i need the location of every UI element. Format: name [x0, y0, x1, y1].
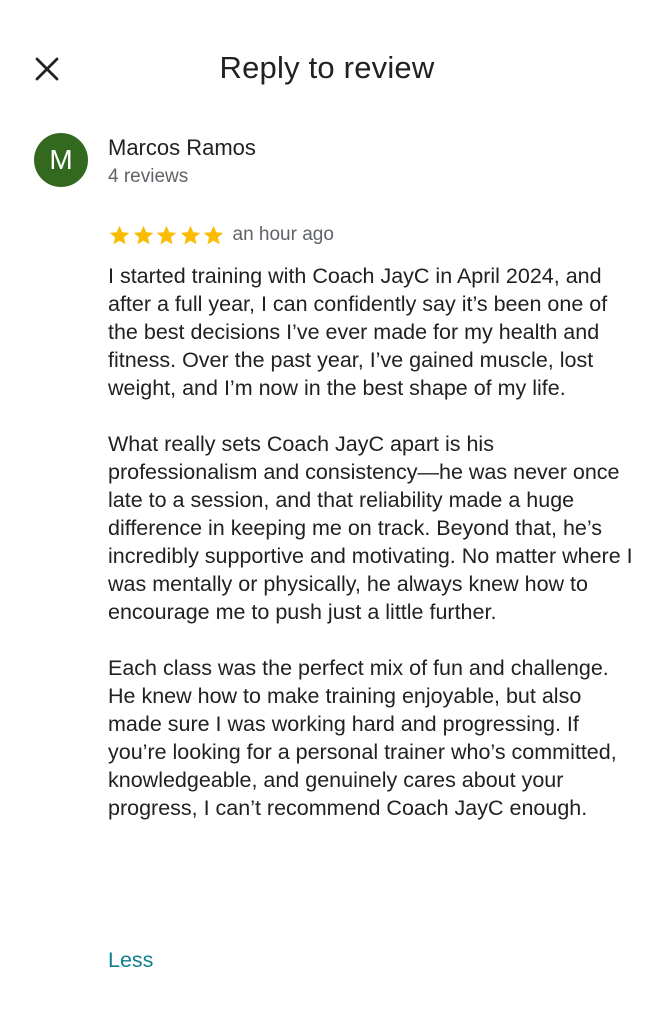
star-icon: [156, 225, 177, 244]
review-time: an hour ago: [232, 224, 334, 245]
reviewer: M Marcos Ramos 4 reviews: [34, 133, 256, 187]
star-icon: [109, 225, 130, 244]
reply-to-review-screen: Reply to review M Marcos Ramos 4 reviews…: [0, 0, 654, 1024]
avatar: M: [34, 133, 88, 187]
star-icon: [203, 225, 224, 244]
star-icon: [133, 225, 153, 244]
review-paragraph: I started training with Coach JayC in Ap…: [108, 264, 608, 400]
review-text: I started training with Coach JayC in Ap…: [108, 262, 638, 850]
star-icon: [180, 225, 200, 244]
star-rating: [108, 224, 226, 247]
header: Reply to review: [0, 0, 654, 130]
reviewer-review-count: 4 reviews: [108, 166, 189, 187]
less-link[interactable]: Less: [108, 946, 153, 974]
review-meta: an hour ago: [108, 222, 334, 248]
review-paragraph: Each class was the perfect mix of fun an…: [108, 656, 617, 820]
reviewer-name: Marcos Ramos: [108, 135, 256, 160]
page-title: Reply to review: [219, 50, 435, 85]
reviewer-info: Marcos Ramos 4 reviews: [108, 133, 256, 190]
review-paragraph: What really sets Coach JayC apart is his…: [108, 432, 633, 624]
